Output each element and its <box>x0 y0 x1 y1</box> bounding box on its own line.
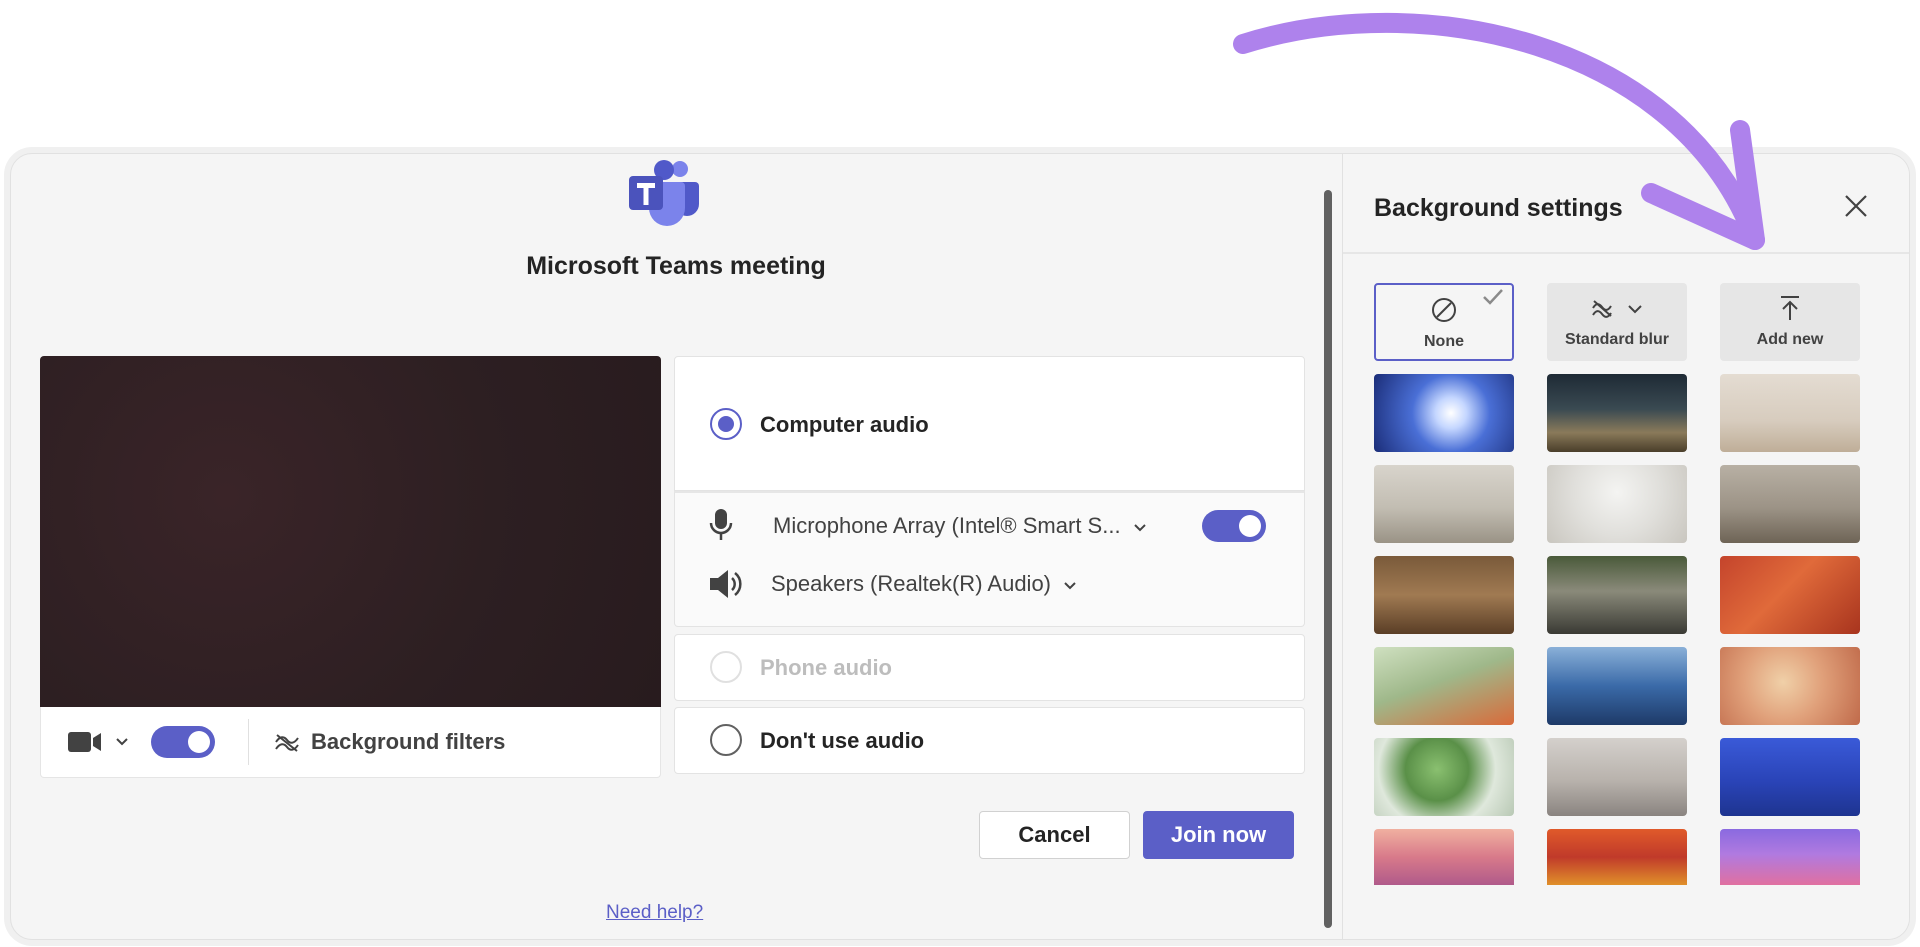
background-thumbnail-red-room[interactable] <box>1720 556 1860 634</box>
video-controls-bar: Background filters <box>40 707 661 778</box>
background-thumbnail-blue-arch[interactable] <box>1720 738 1860 816</box>
background-thumbnail-arches[interactable] <box>1374 647 1514 725</box>
join-now-button[interactable]: Join now <box>1143 811 1294 859</box>
prejoin-main-panel: Microsoft Teams meeting Background filte… <box>11 154 1341 939</box>
divider <box>1343 252 1909 254</box>
background-filters-button[interactable]: Background filters <box>311 729 505 755</box>
phone-audio-label: Phone audio <box>760 655 892 680</box>
computer-audio-option[interactable]: Computer audio <box>674 356 1305 491</box>
microphone-chevron-down-icon[interactable] <box>1133 523 1147 533</box>
background-thumbnail-white-room[interactable] <box>1547 465 1687 543</box>
standard-blur-option[interactable]: Standard blur <box>1547 283 1687 361</box>
background-thumbnail-landscape[interactable] <box>1547 374 1687 452</box>
computer-audio-label: Computer audio <box>760 412 929 437</box>
microphone-toggle[interactable] <box>1202 510 1266 542</box>
need-help-link[interactable]: Need help? <box>606 902 703 924</box>
background-settings-panel: Background settings None Standard blur A… <box>1342 154 1909 939</box>
teams-logo-icon <box>629 160 699 226</box>
microphone-select[interactable]: Microphone Array (Intel® Smart S... <box>773 513 1147 539</box>
checkmark-icon <box>1483 289 1503 305</box>
video-preview <box>40 356 661 707</box>
dont-use-audio-label: Don't use audio <box>760 728 925 753</box>
background-thumbnail-lounge[interactable] <box>1720 465 1860 543</box>
background-thumbnail-desert-arch[interactable] <box>1720 647 1860 725</box>
upload-icon <box>1781 296 1799 320</box>
speaker-chevron-down-icon[interactable] <box>1063 581 1077 591</box>
background-thumbnail-blue-lounge[interactable] <box>1547 647 1687 725</box>
cancel-button[interactable]: Cancel <box>979 811 1130 859</box>
microphone-icon <box>709 509 733 540</box>
background-thumbnail-room-beige[interactable] <box>1720 374 1860 452</box>
add-new-background-option[interactable]: Add new <box>1720 283 1860 361</box>
background-none-option[interactable]: None <box>1374 283 1514 361</box>
background-filters-icon[interactable] <box>273 731 301 753</box>
computer-audio-radio[interactable] <box>710 408 742 440</box>
phone-audio-option[interactable]: Phone audio <box>674 634 1305 701</box>
background-none-label: None <box>1424 333 1464 350</box>
background-thumbnail-space[interactable] <box>1374 374 1514 452</box>
no-background-icon <box>1432 298 1456 322</box>
close-icon[interactable] <box>1842 192 1870 220</box>
camera-icon[interactable] <box>67 728 103 756</box>
speaker-name: Speakers (Realtek(R) Audio) <box>771 571 1052 596</box>
camera-toggle[interactable] <box>151 726 215 758</box>
standard-blur-label: Standard blur <box>1564 331 1669 348</box>
scrollbar[interactable] <box>1324 190 1332 928</box>
phone-audio-radio[interactable] <box>710 651 742 683</box>
camera-chevron-down-icon[interactable] <box>115 737 129 747</box>
background-thumbnail-fire-garden[interactable] <box>1547 829 1687 885</box>
background-thumbnail-greenhouse[interactable] <box>1547 556 1687 634</box>
background-thumbnail-dining[interactable] <box>1374 556 1514 634</box>
add-new-label: Add new <box>1756 331 1824 348</box>
audio-devices-panel: Microphone Array (Intel® Smart S... Spea… <box>674 491 1305 627</box>
background-settings-title: Background settings <box>1374 194 1623 222</box>
speaker-icon <box>710 570 742 598</box>
teams-prejoin-window: Microsoft Teams meeting Background filte… <box>10 153 1910 940</box>
microphone-name: Microphone Array (Intel® Smart S... <box>773 513 1121 538</box>
dont-use-audio-option[interactable]: Don't use audio <box>674 707 1305 774</box>
background-thumbnail-grey-arch[interactable] <box>1547 738 1687 816</box>
divider <box>248 719 249 765</box>
background-thumbnail-purple-flowers[interactable] <box>1720 829 1860 885</box>
meeting-title: Microsoft Teams meeting <box>526 252 826 280</box>
background-thumbnail-pink-columns[interactable] <box>1374 829 1514 885</box>
background-thumbnail-garden-circle[interactable] <box>1374 738 1514 816</box>
background-thumbnail-office[interactable] <box>1374 465 1514 543</box>
dont-use-audio-radio[interactable] <box>710 724 742 756</box>
speaker-select[interactable]: Speakers (Realtek(R) Audio) <box>771 571 1077 597</box>
blur-icon <box>1592 300 1642 318</box>
